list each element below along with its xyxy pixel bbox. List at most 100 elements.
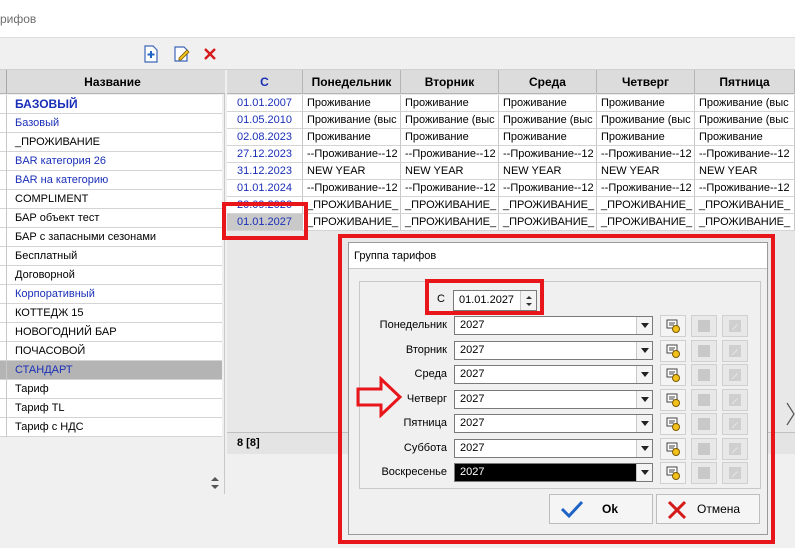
chevron-down-icon[interactable] bbox=[636, 366, 652, 383]
grid-cell[interactable]: Проживание bbox=[401, 129, 499, 146]
grid-cell[interactable]: _ПРОЖИВАНИЕ_ bbox=[303, 214, 401, 231]
clear-square-icon[interactable] bbox=[691, 364, 717, 386]
day-select-tuesday[interactable]: 2027 bbox=[454, 340, 653, 360]
list-item[interactable]: BAR категория 26 bbox=[0, 152, 222, 171]
grid-cell[interactable]: NEW YEAR bbox=[303, 163, 401, 180]
grid-cell[interactable]: NEW YEAR bbox=[499, 163, 597, 180]
grid-cell[interactable]: _ПРОЖИВАНИЕ_ bbox=[597, 214, 695, 231]
select-tariff-icon[interactable] bbox=[660, 315, 686, 337]
select-tariff-icon[interactable] bbox=[660, 364, 686, 386]
add-document-icon[interactable] bbox=[140, 43, 162, 65]
ok-button[interactable]: Ok bbox=[549, 494, 653, 524]
list-item[interactable]: Бесплатный bbox=[0, 247, 222, 266]
chevron-down-icon[interactable] bbox=[636, 439, 652, 457]
grid-cell[interactable]: _ПРОЖИВАНИЕ_ bbox=[499, 197, 597, 214]
grid-cell[interactable]: Проживание (выс bbox=[597, 112, 695, 129]
list-item[interactable]: БАЗОВЫЙ bbox=[0, 95, 222, 114]
chevron-down-icon[interactable] bbox=[636, 415, 652, 432]
grid-cell[interactable]: --Проживание--12 bbox=[499, 180, 597, 197]
clear-square-icon[interactable] bbox=[691, 437, 717, 460]
grid-cell[interactable]: NEW YEAR bbox=[401, 163, 499, 180]
grid-cell[interactable]: NEW YEAR bbox=[695, 163, 795, 180]
grid-date-cell[interactable]: 01.05.2010 bbox=[227, 112, 303, 129]
select-tariff-icon[interactable] bbox=[660, 388, 686, 411]
grid-cell[interactable]: Проживание (выс bbox=[695, 95, 795, 112]
clear-square-icon[interactable] bbox=[691, 315, 717, 337]
grid-cell[interactable]: --Проживание--12 bbox=[401, 146, 499, 163]
chevron-down-icon[interactable] bbox=[636, 317, 652, 334]
day-select-saturday[interactable]: 2027 bbox=[454, 438, 653, 458]
chevron-right-icon[interactable] bbox=[786, 402, 795, 429]
list-header-name[interactable]: Название bbox=[0, 70, 225, 94]
list-item[interactable]: Тариф с НДС bbox=[0, 418, 222, 437]
list-item[interactable]: Корпоративный bbox=[0, 285, 222, 304]
list-item[interactable]: Договорной bbox=[0, 266, 222, 285]
grid-date-cell[interactable]: 01.01.2024 bbox=[227, 180, 303, 197]
grid-date-cell[interactable]: 31.12.2023 bbox=[227, 163, 303, 180]
grid-header-col-friday[interactable]: Пятница bbox=[695, 70, 795, 94]
grid-cell[interactable]: _ПРОЖИВАНИЕ_ bbox=[597, 197, 695, 214]
grid-cell[interactable]: Проживание bbox=[303, 95, 401, 112]
edit-disabled-icon[interactable] bbox=[722, 339, 748, 362]
grid-cell[interactable]: --Проживание--12 bbox=[597, 180, 695, 197]
grid-cell[interactable]: _ПРОЖИВАНИЕ_ bbox=[499, 214, 597, 231]
list-item[interactable]: Базовый bbox=[0, 114, 222, 133]
clear-square-icon[interactable] bbox=[691, 388, 717, 411]
delete-x-icon[interactable] bbox=[199, 43, 221, 65]
grid-cell[interactable]: Проживание (выс bbox=[499, 112, 597, 129]
grid-cell[interactable]: _ПРОЖИВАНИЕ_ bbox=[695, 197, 795, 214]
grid-cell[interactable]: _ПРОЖИВАНИЕ_ bbox=[695, 214, 795, 231]
grid-header-col-tuesday[interactable]: Вторник bbox=[401, 70, 499, 94]
list-item[interactable]: БАР с запасными сезонами bbox=[0, 228, 222, 247]
grid-cell[interactable]: _ПРОЖИВАНИЕ_ bbox=[401, 214, 499, 231]
list-item[interactable]: COMPLIMENT bbox=[0, 190, 222, 209]
grid-cell[interactable]: --Проживание--12 bbox=[303, 180, 401, 197]
list-item[interactable]: BAR на категорию bbox=[0, 171, 222, 190]
day-select-thursday[interactable]: 2027 bbox=[454, 389, 653, 409]
grid-cell[interactable]: --Проживание--12 bbox=[401, 180, 499, 197]
edit-disabled-icon[interactable] bbox=[722, 413, 748, 435]
grid-cell[interactable]: Проживание (выс bbox=[695, 112, 795, 129]
list-scroll-spinner[interactable] bbox=[207, 474, 223, 492]
edit-disabled-icon[interactable] bbox=[722, 462, 748, 484]
select-tariff-icon[interactable] bbox=[660, 339, 686, 362]
grid-cell[interactable]: Проживание bbox=[597, 129, 695, 146]
edit-disabled-icon[interactable] bbox=[722, 364, 748, 386]
edit-disabled-icon[interactable] bbox=[722, 315, 748, 337]
grid-cell[interactable]: --Проживание--12 bbox=[695, 146, 795, 163]
edit-disabled-icon[interactable] bbox=[722, 437, 748, 460]
list-item[interactable]: СТАНДАРТ bbox=[0, 361, 222, 380]
day-select-monday[interactable]: 2027 bbox=[454, 316, 653, 335]
grid-cell[interactable]: --Проживание--12 bbox=[303, 146, 401, 163]
edit-icon[interactable] bbox=[171, 43, 193, 65]
grid-cell[interactable]: Проживание bbox=[695, 129, 795, 146]
grid-header-col-date[interactable]: С bbox=[227, 70, 303, 94]
chevron-down-icon[interactable] bbox=[636, 464, 652, 481]
grid-cell[interactable]: --Проживание--12 bbox=[499, 146, 597, 163]
grid-date-cell[interactable]: 01.01.2007 bbox=[227, 95, 303, 112]
grid-date-cell[interactable]: 02.08.2023 bbox=[227, 129, 303, 146]
grid-header-col-thursday[interactable]: Четверг bbox=[597, 70, 695, 94]
grid-cell[interactable]: _ПРОЖИВАНИЕ_ bbox=[303, 197, 401, 214]
cancel-button[interactable]: Отмена bbox=[656, 494, 760, 524]
grid-cell[interactable]: Проживание bbox=[597, 95, 695, 112]
day-select-sunday[interactable]: 2027 bbox=[454, 463, 653, 482]
list-item[interactable]: Тариф TL bbox=[0, 399, 222, 418]
grid-cell[interactable]: Проживание bbox=[499, 129, 597, 146]
list-item[interactable]: НОВОГОДНИЙ БАР bbox=[0, 323, 222, 342]
list-item[interactable]: Тариф bbox=[0, 380, 222, 399]
grid-header-col-monday[interactable]: Понедельник bbox=[303, 70, 401, 94]
list-item[interactable]: _ПРОЖИВАНИЕ bbox=[0, 133, 222, 152]
grid-header-col-wednesday[interactable]: Среда bbox=[499, 70, 597, 94]
day-select-friday[interactable]: 2027 bbox=[454, 414, 653, 433]
select-tariff-icon[interactable] bbox=[660, 462, 686, 484]
grid-cell[interactable]: Проживание (выс bbox=[401, 112, 499, 129]
clear-square-icon[interactable] bbox=[691, 462, 717, 484]
clear-square-icon[interactable] bbox=[691, 339, 717, 362]
grid-cell[interactable]: _ПРОЖИВАНИЕ_ bbox=[401, 197, 499, 214]
clear-square-icon[interactable] bbox=[691, 413, 717, 435]
list-item[interactable]: КОТТЕДЖ 15 bbox=[0, 304, 222, 323]
edit-disabled-icon[interactable] bbox=[722, 388, 748, 411]
grid-cell[interactable]: Проживание bbox=[401, 95, 499, 112]
chevron-down-icon[interactable] bbox=[636, 390, 652, 408]
